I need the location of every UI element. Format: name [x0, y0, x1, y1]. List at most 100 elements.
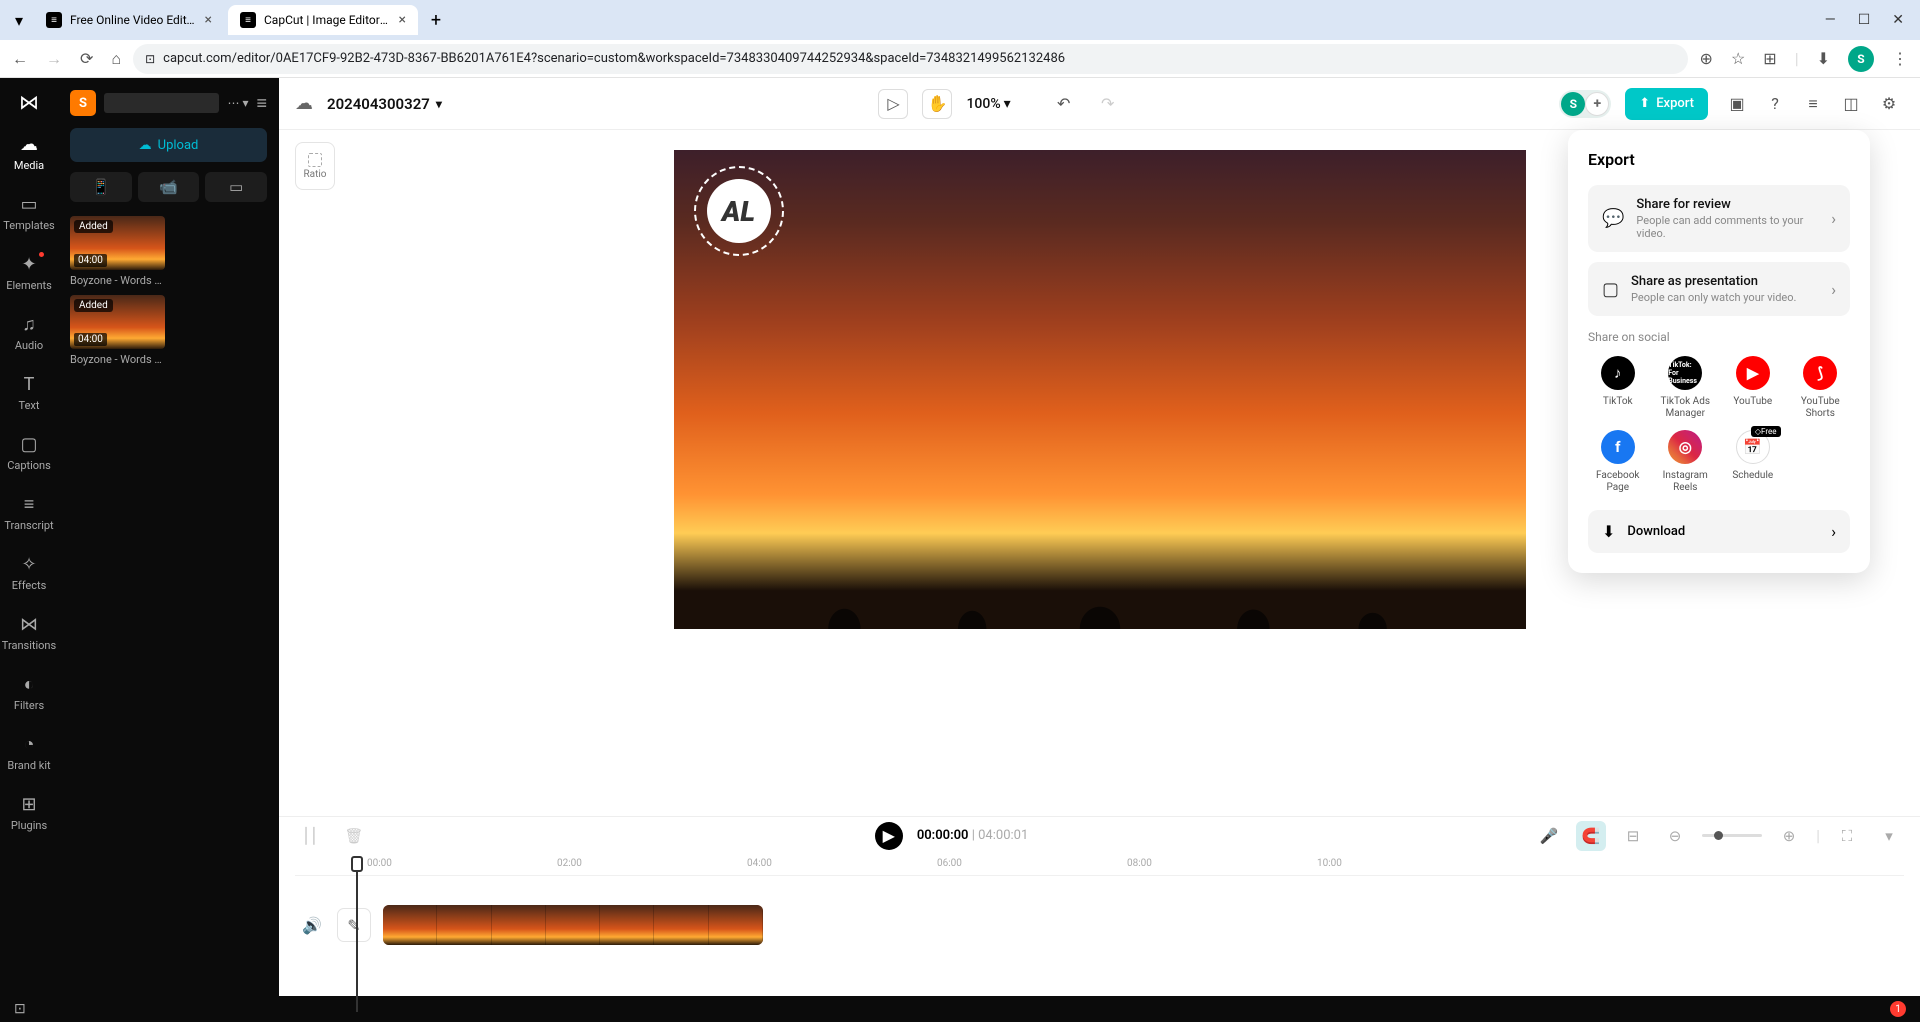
shorts-icon: ⟆	[1803, 356, 1837, 390]
close-window-icon[interactable]: ✕	[1892, 12, 1904, 28]
share-for-review[interactable]: 💬 Share for review People can add commen…	[1588, 185, 1850, 252]
zoom-level[interactable]: 100% ▾	[966, 96, 1010, 112]
nav-effects[interactable]: ✧Effects	[0, 544, 58, 602]
media-thumb-1[interactable]: Added 04:00 Boyzone - Words (...	[70, 295, 165, 366]
elements-icon: ✦	[21, 254, 36, 275]
nav-transcript[interactable]: ≡Transcript	[0, 484, 58, 542]
zoom-in-icon[interactable]: ⊕	[1774, 821, 1804, 851]
extensions-icon[interactable]: ⊞	[1763, 49, 1776, 68]
tab-list-dropdown[interactable]: ▾	[8, 9, 30, 31]
undo-button[interactable]: ↶	[1049, 89, 1079, 119]
export-button[interactable]: ⬆Export	[1625, 88, 1708, 120]
profile-avatar[interactable]: S	[1848, 46, 1874, 72]
align-icon[interactable]: ⊟	[1618, 821, 1648, 851]
share-youtube-shorts[interactable]: ⟆YouTube Shorts	[1791, 356, 1851, 420]
forward-icon[interactable]: →	[46, 49, 62, 69]
ratio-icon	[308, 153, 322, 167]
browser-tab-1[interactable]: ≡ Free Online Video Editor | Easy ×	[34, 5, 224, 35]
list-icon[interactable]: ≡	[1798, 89, 1828, 119]
fit-icon[interactable]: ⛶	[1832, 821, 1862, 851]
back-icon[interactable]: ←	[12, 49, 28, 69]
reload-icon[interactable]: ⟳	[80, 49, 93, 68]
cursor-tool[interactable]: ▷	[878, 89, 908, 119]
user-avatar[interactable]: S	[70, 90, 96, 116]
nav-brandkit[interactable]: ◔Brand kit	[0, 724, 58, 782]
delete-button[interactable]: 🗑	[339, 821, 369, 851]
maximize-icon[interactable]: ☐	[1858, 12, 1871, 28]
upload-icon: ☁	[139, 138, 152, 153]
share-instagram[interactable]: ◎Instagram Reels	[1656, 430, 1716, 494]
import-camera-button[interactable]: 📹	[138, 172, 200, 202]
close-tab-1[interactable]: ×	[205, 12, 212, 28]
tiktok-ads-icon: TikTok:For Business	[1668, 356, 1702, 390]
video-clip[interactable]	[383, 905, 763, 945]
collaborators[interactable]: S +	[1559, 90, 1611, 118]
site-info-icon[interactable]: ⊡	[145, 52, 155, 66]
media-thumb-0[interactable]: Added 04:00 Boyzone - Words (...	[70, 216, 165, 287]
video-preview[interactable]: AL	[674, 150, 1526, 629]
install-icon[interactable]: ⊕	[1700, 49, 1713, 68]
bookmark-icon[interactable]: ☆	[1731, 49, 1745, 68]
mic-icon[interactable]: 🎤	[1534, 821, 1564, 851]
layout-icon[interactable]: ◫	[1836, 89, 1866, 119]
playhead[interactable]	[351, 856, 363, 872]
nav-plugins[interactable]: ⊞Plugins	[0, 784, 58, 842]
ratio-button[interactable]: Ratio	[295, 142, 335, 190]
nav-audio[interactable]: ♫Audio	[0, 304, 58, 362]
share-tiktok-ads[interactable]: TikTok:For BusinessTikTok Ads Manager	[1656, 356, 1716, 420]
project-name[interactable]: 202404300327 ▾	[327, 95, 442, 113]
settings-icon[interactable]: ⚙	[1874, 89, 1904, 119]
share-tiktok[interactable]: ♪TikTok	[1588, 356, 1648, 420]
hand-tool[interactable]: ✋	[922, 89, 952, 119]
minimize-icon[interactable]: —	[1825, 12, 1836, 28]
nav-templates[interactable]: ▭Templates	[0, 184, 58, 242]
overlay-logo[interactable]: AL	[694, 166, 784, 256]
menu-icon[interactable]: ⋮	[1892, 49, 1908, 68]
nav-media[interactable]: ☁Media	[0, 124, 58, 182]
nav-text[interactable]: TText	[0, 364, 58, 422]
nav-transitions[interactable]: ⋈Transitions	[0, 604, 58, 662]
track-audio-icon[interactable]: 🔊	[295, 908, 329, 942]
chevron-right-icon: ›	[1831, 522, 1836, 541]
capcut-logo-icon[interactable]: ⋈	[19, 90, 39, 114]
play-button[interactable]: ▶	[875, 822, 903, 850]
split-button[interactable]: ⎮⎮	[295, 821, 325, 851]
add-collab-icon[interactable]: +	[1585, 92, 1609, 116]
nav-filters[interactable]: ◐Filters	[0, 664, 58, 722]
zoom-slider[interactable]	[1702, 834, 1762, 837]
timeline-ruler[interactable]: 00:00 02:00 04:00 06:00 08:00 10:00	[295, 854, 1904, 876]
share-schedule[interactable]: ◇Free📅Schedule	[1723, 430, 1783, 494]
notification-badge[interactable]: 1	[1890, 1001, 1906, 1017]
magnet-icon[interactable]: 🧲	[1576, 821, 1606, 851]
browser-tab-2[interactable]: ≡ CapCut | Image Editor | All-In-O ×	[228, 5, 418, 35]
new-tab-button[interactable]: +	[422, 6, 450, 34]
upload-button[interactable]: ☁ Upload	[70, 128, 267, 162]
download-option[interactable]: ⬇ Download ›	[1588, 510, 1850, 553]
share-as-presentation[interactable]: ▢ Share as presentation People can only …	[1588, 262, 1850, 316]
tiktok-icon: ♪	[1601, 356, 1635, 390]
browser-toolbar: ← → ⟳ ⌂ ⊡ capcut.com/editor/0AE17CF9-92B…	[0, 40, 1920, 78]
downloads-icon[interactable]: ⬇	[1817, 49, 1830, 68]
share-facebook[interactable]: fFacebook Page	[1588, 430, 1648, 494]
redo-button[interactable]: ↷	[1093, 89, 1123, 119]
share-on-social-label: Share on social	[1588, 330, 1850, 344]
panel-menu-icon[interactable]: ≡	[256, 93, 267, 114]
feedback-icon[interactable]: ⊡	[14, 1001, 26, 1017]
import-drive-button[interactable]: ▭	[205, 172, 267, 202]
share-youtube[interactable]: ▶YouTube	[1723, 356, 1783, 420]
home-icon[interactable]: ⌂	[111, 49, 121, 69]
track-edit-icon[interactable]: ✎	[337, 908, 371, 942]
export-panel-title: Export	[1588, 150, 1850, 169]
cloud-sync-icon[interactable]: ☁	[295, 93, 313, 114]
close-tab-2[interactable]: ×	[399, 12, 406, 28]
capture-icon[interactable]: ▣	[1722, 89, 1752, 119]
import-phone-button[interactable]: 📱	[70, 172, 132, 202]
export-icon: ⬆	[1639, 96, 1650, 111]
address-bar[interactable]: ⊡ capcut.com/editor/0AE17CF9-92B2-473D-8…	[133, 44, 1687, 74]
user-dropdown-icon[interactable]: ⋯ ▾	[227, 96, 248, 110]
collapse-icon[interactable]: ▾	[1874, 821, 1904, 851]
help-icon[interactable]: ?	[1760, 89, 1790, 119]
nav-captions[interactable]: ▢Captions	[0, 424, 58, 482]
nav-elements[interactable]: ✦Elements	[0, 244, 58, 302]
zoom-out-icon[interactable]: ⊖	[1660, 821, 1690, 851]
